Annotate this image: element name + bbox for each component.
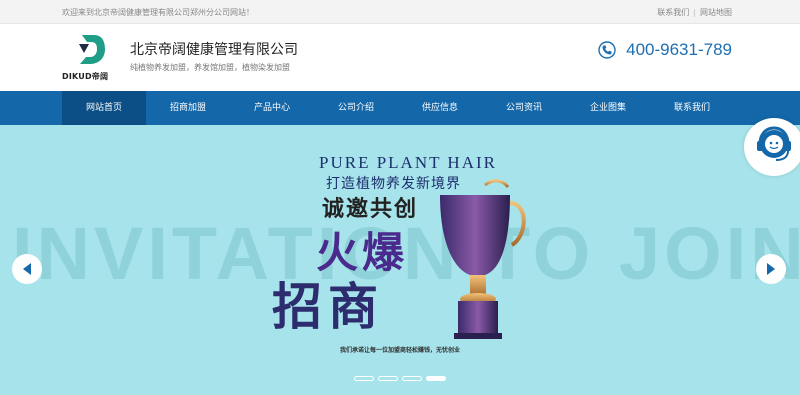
slider-dot-4[interactable]: [426, 376, 446, 381]
main-nav: 网站首页 招商加盟 产品中心 公司介绍 供应信息 公司资讯 企业图集 联系我们: [0, 91, 800, 125]
nav-item-supply[interactable]: 供应信息: [398, 91, 482, 125]
page: 欢迎来到北京帝阔健康管理有限公司郑州分公司网站！ 联系我们 | 网站地图 DIKUD…: [0, 0, 800, 395]
slider-dot-2[interactable]: [378, 376, 398, 381]
slider-dot-3[interactable]: [402, 376, 422, 381]
customer-service-button[interactable]: [744, 118, 800, 176]
slider-dot-1[interactable]: [354, 376, 374, 381]
slider-prev-button[interactable]: [12, 254, 42, 284]
customer-service-icon: [757, 126, 791, 161]
logo-mark-icon: [79, 35, 105, 64]
top-bar: 欢迎来到北京帝阔健康管理有限公司郑州分公司网站！ 联系我们 | 网站地图: [0, 0, 800, 24]
phone-icon: [598, 40, 616, 59]
top-links: 联系我们 | 网站地图: [657, 7, 732, 18]
nav-item-gallery[interactable]: 企业图集: [566, 91, 650, 125]
banner-headline-en: PURE PLANT HAIR: [319, 153, 497, 172]
banner-promise: 我们承诺让每一位加盟商轻松赚钱，无忧创业: [340, 347, 461, 354]
nav-item-about[interactable]: 公司介绍: [314, 91, 398, 125]
logo-text: DIKUD帝阔: [62, 72, 109, 81]
nav-item-news[interactable]: 公司资讯: [482, 91, 566, 125]
phone-number: 400-9631-789: [626, 39, 732, 59]
chevron-left-icon: [23, 263, 31, 275]
slider-next-button[interactable]: [756, 254, 786, 284]
company-name: 北京帝阔健康管理有限公司: [130, 42, 298, 58]
welcome-text: 欢迎来到北京帝阔健康管理有限公司郑州分公司网站！: [62, 8, 254, 17]
contact-link[interactable]: 联系我们: [657, 8, 689, 17]
banner-slogan: 打造植物养发新境界: [326, 176, 461, 192]
hero-banner[interactable]: INVITATION TO JOIN PURE PLANT HAIR 打造植物养…: [0, 125, 800, 395]
top-links-separator: |: [693, 8, 696, 17]
nav-item-contact[interactable]: 联系我们: [650, 91, 734, 125]
hotline: 400-9631-789: [598, 39, 732, 63]
chevron-right-icon: [767, 263, 775, 275]
sitemap-link[interactable]: 网站地图: [700, 8, 732, 17]
trophy-icon: [440, 179, 526, 339]
banner-recruit: 招商: [272, 278, 384, 336]
company-subtitle: 纯植物养发加盟，养发馆加盟，植物染发加盟: [130, 63, 290, 72]
nav-item-products[interactable]: 产品中心: [230, 91, 314, 125]
nav-item-home[interactable]: 网站首页: [62, 91, 146, 125]
site-logo[interactable]: DIKUD帝阔: [62, 33, 120, 81]
site-header: DIKUD帝阔 北京帝阔健康管理有限公司 纯植物养发加盟，养发馆加盟，植物染发加…: [0, 24, 800, 91]
nav-item-franchise[interactable]: 招商加盟: [146, 91, 230, 125]
slider-dots: [354, 376, 446, 382]
